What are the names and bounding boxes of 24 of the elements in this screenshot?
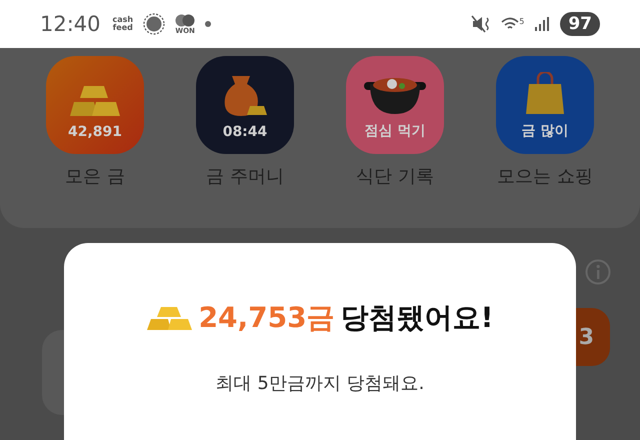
info-icon[interactable]	[585, 259, 611, 285]
menu-tile[interactable]: 08:44	[196, 56, 294, 154]
shopping-bag-icon	[525, 72, 565, 116]
dialog-title: 당첨됐어요!	[340, 300, 494, 336]
bullion-icon	[70, 84, 120, 118]
battery-level: 97	[560, 12, 600, 36]
cashfeed-logo: cash feed	[112, 16, 134, 32]
tile-caption: 점심 먹기	[364, 122, 426, 140]
prize-amount: 24,753금	[198, 300, 335, 336]
tile-caption: 금 많이	[522, 122, 568, 140]
menu-label: 모으는 쇼핑	[497, 165, 593, 188]
status-time: 12:40	[40, 12, 101, 36]
menu-tile[interactable]: 42,891	[46, 56, 144, 154]
dot-icon	[205, 21, 212, 27]
menu-label: 모은 금	[65, 165, 125, 188]
signal-icon	[534, 16, 550, 32]
menu-tile[interactable]: 금 많이	[496, 56, 594, 154]
menu-label: 금 주머니	[206, 165, 284, 188]
mute-icon	[471, 15, 492, 33]
bullion-icon	[146, 305, 193, 331]
tile-caption: 08:44	[222, 124, 268, 140]
dialog-subtitle: 최대 5만금까지 당첨돼요.	[216, 372, 424, 395]
menu-label: 식단 기록	[356, 165, 434, 188]
tile-caption: 42,891	[68, 124, 122, 140]
